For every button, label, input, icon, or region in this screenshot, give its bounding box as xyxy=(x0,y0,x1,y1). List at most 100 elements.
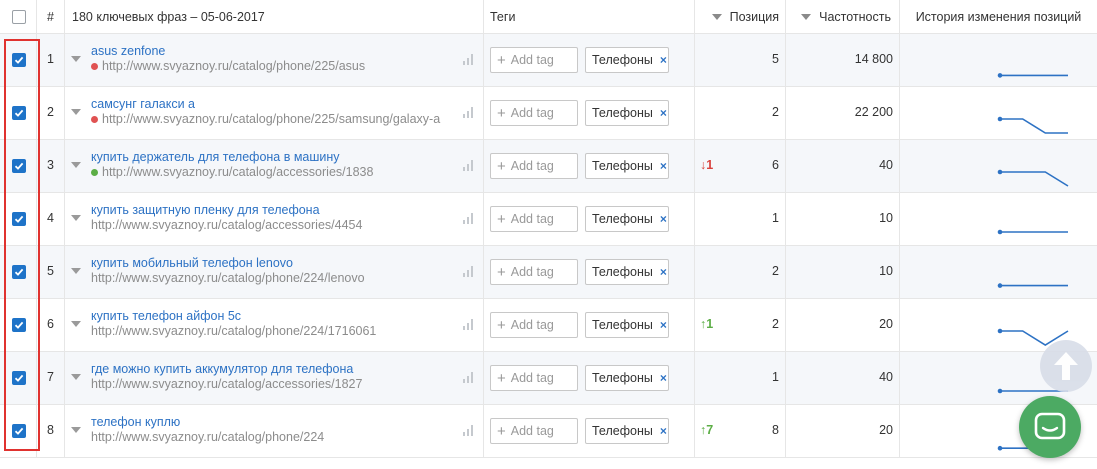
close-icon[interactable]: × xyxy=(660,424,667,438)
add-tag-input[interactable]: + Add tag xyxy=(490,259,578,285)
keyword-url[interactable]: http://www.svyaznoy.ru/catalog/phone/224… xyxy=(91,271,365,285)
close-icon[interactable]: × xyxy=(660,265,667,279)
chevron-down-icon[interactable] xyxy=(71,56,81,62)
chevron-down-icon[interactable] xyxy=(71,109,81,115)
bar-chart-icon[interactable] xyxy=(463,160,475,171)
header-tags: Теги xyxy=(484,0,695,33)
sort-down-icon[interactable] xyxy=(711,13,722,20)
position-value: 2 xyxy=(772,105,779,119)
chevron-down-icon[interactable] xyxy=(71,374,81,380)
check-icon xyxy=(14,268,24,276)
keyword-link[interactable]: телефон куплю xyxy=(91,415,180,429)
check-icon xyxy=(14,427,24,435)
history-cell xyxy=(900,193,1097,245)
header-keywords[interactable]: 180 ключевых фраз – 05-06-2017 xyxy=(65,0,484,33)
add-tag-placeholder: Add tag xyxy=(510,159,554,173)
chevron-down-icon[interactable] xyxy=(71,321,81,327)
bar-chart-icon[interactable] xyxy=(463,372,475,383)
select-all-checkbox[interactable] xyxy=(12,9,26,24)
table-row: 5 купить мобильный телефон lenovo http://w… xyxy=(0,246,1097,299)
row-select-cell xyxy=(0,140,37,192)
url-text: http://www.svyaznoy.ru/catalog/phone/224… xyxy=(91,324,377,338)
bar-chart-icon[interactable] xyxy=(463,266,475,277)
add-tag-input[interactable]: + Add tag xyxy=(490,153,578,179)
row-checkbox[interactable] xyxy=(12,424,26,438)
position-change: ↑1 xyxy=(700,317,714,331)
close-icon[interactable]: × xyxy=(660,371,667,385)
add-tag-input[interactable]: + Add tag xyxy=(490,418,578,444)
keyword-url[interactable]: http://www.svyaznoy.ru/catalog/accessori… xyxy=(91,218,362,232)
close-icon[interactable]: × xyxy=(660,159,667,173)
keyword-url[interactable]: http://www.svyaznoy.ru/catalog/phone/224 xyxy=(91,430,324,444)
keyword-url[interactable]: http://www.svyaznoy.ru/catalog/accessori… xyxy=(91,377,362,391)
keyword-link[interactable]: купить защитную пленку для телефона xyxy=(91,203,320,217)
add-tag-input[interactable]: + Add tag xyxy=(490,47,578,73)
header-num: # xyxy=(37,0,65,33)
header-frequency[interactable]: Частотность xyxy=(786,0,900,33)
keyword-url[interactable]: http://www.svyaznoy.ru/catalog/phone/225… xyxy=(91,112,440,126)
chevron-down-icon[interactable] xyxy=(71,162,81,168)
chevron-down-icon[interactable] xyxy=(71,268,81,274)
keyword-link[interactable]: купить телефон айфон 5с xyxy=(91,309,241,323)
keyword-link[interactable]: где можно купить аккумулятор для телефон… xyxy=(91,362,353,376)
keyword-link[interactable]: asus zenfone xyxy=(91,44,165,58)
add-tag-input[interactable]: + Add tag xyxy=(490,206,578,232)
chat-button[interactable] xyxy=(1019,396,1081,458)
table-row: 3 купить держатель для телефона в машину h… xyxy=(0,140,1097,193)
bar-chart-icon[interactable] xyxy=(463,425,475,436)
row-checkbox[interactable] xyxy=(12,106,26,120)
row-number: 4 xyxy=(47,211,54,225)
row-num-cell: 6 xyxy=(37,299,65,351)
close-icon[interactable]: × xyxy=(660,318,667,332)
keyword-link[interactable]: купить держатель для телефона в машину xyxy=(91,150,340,164)
keyword-link[interactable]: купить мобильный телефон lenovo xyxy=(91,256,293,270)
bar-chart-icon[interactable] xyxy=(463,319,475,330)
sparkline-start-point xyxy=(997,388,1003,394)
position-value: 2 xyxy=(772,317,779,331)
add-tag-input[interactable]: + Add tag xyxy=(490,312,578,338)
url-text: http://www.svyaznoy.ru/catalog/accessori… xyxy=(91,377,363,391)
url-text: http://www.svyaznoy.ru/catalog/accessori… xyxy=(91,218,363,232)
plus-icon: + xyxy=(497,422,506,440)
scroll-to-top-button[interactable] xyxy=(1040,340,1092,392)
row-checkbox[interactable] xyxy=(12,53,26,67)
check-icon xyxy=(14,56,24,64)
table-row: 4 купить защитную пленку для телефона http… xyxy=(0,193,1097,246)
bar-chart-icon[interactable] xyxy=(463,107,475,118)
close-icon[interactable]: × xyxy=(660,212,667,226)
keyword-cell: купить держатель для телефона в машину ht… xyxy=(65,140,484,192)
add-tag-input[interactable]: + Add tag xyxy=(490,365,578,391)
row-number: 5 xyxy=(47,264,54,278)
row-checkbox[interactable] xyxy=(12,371,26,385)
frequency-value: 20 xyxy=(879,317,893,331)
position-cell: 2 xyxy=(695,246,786,298)
row-num-cell: 7 xyxy=(37,352,65,404)
row-checkbox[interactable] xyxy=(12,159,26,173)
sort-down-icon[interactable] xyxy=(801,13,812,20)
keyword-url[interactable]: http://www.svyaznoy.ru/catalog/phone/224… xyxy=(91,324,376,338)
history-cell xyxy=(900,87,1097,139)
bar-chart-icon[interactable] xyxy=(463,213,475,224)
keyword-url[interactable]: http://www.svyaznoy.ru/catalog/accessori… xyxy=(91,165,373,179)
tag-label: Телефоны xyxy=(592,53,653,67)
bar-chart-icon[interactable] xyxy=(463,54,475,65)
close-icon[interactable]: × xyxy=(660,53,667,67)
chevron-down-icon[interactable] xyxy=(71,215,81,221)
add-tag-input[interactable]: + Add tag xyxy=(490,100,578,126)
row-checkbox[interactable] xyxy=(12,212,26,226)
position-value: 8 xyxy=(772,423,779,437)
keyword-cell: самсунг галакси а http://www.svyaznoy.ru/… xyxy=(65,87,484,139)
row-checkbox[interactable] xyxy=(12,318,26,332)
tag-chip: Телефоны × xyxy=(585,312,669,338)
table-row: 6 купить телефон айфон 5с http://www.svyaz… xyxy=(0,299,1097,352)
row-select-cell xyxy=(0,352,37,404)
tag-chip: Телефоны × xyxy=(585,47,669,73)
keyword-link[interactable]: самсунг галакси а xyxy=(91,97,195,111)
header-position[interactable]: Позиция xyxy=(695,0,786,33)
add-tag-placeholder: Add tag xyxy=(510,424,554,438)
check-icon xyxy=(14,374,24,382)
row-checkbox[interactable] xyxy=(12,265,26,279)
chevron-down-icon[interactable] xyxy=(71,427,81,433)
keyword-url[interactable]: http://www.svyaznoy.ru/catalog/phone/225… xyxy=(91,59,365,73)
close-icon[interactable]: × xyxy=(660,106,667,120)
